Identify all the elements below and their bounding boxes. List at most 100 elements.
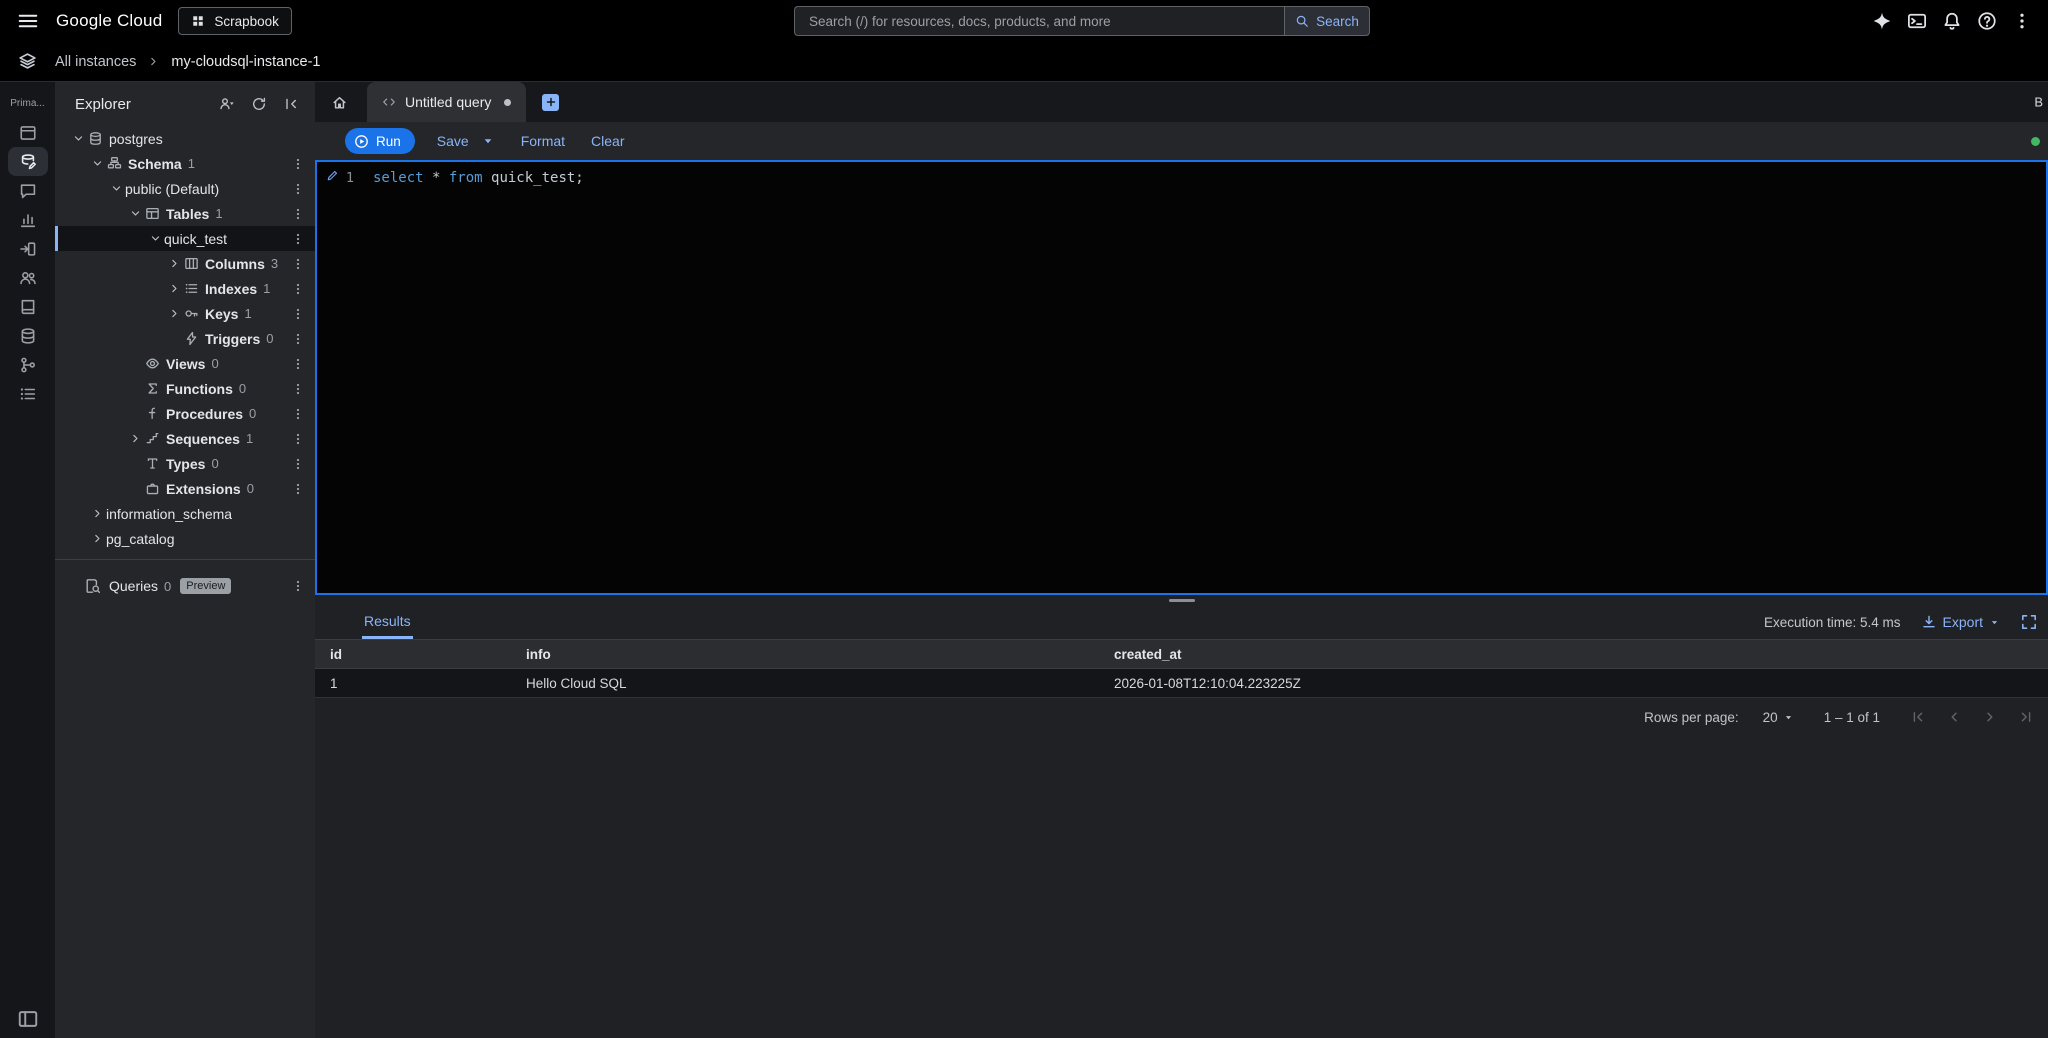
tree-item-label: Functions: [166, 381, 233, 397]
search-input[interactable]: [794, 6, 1284, 36]
tree-item-triggers[interactable]: Triggers0: [55, 326, 315, 351]
cloud-shell-icon[interactable]: [1907, 11, 1927, 31]
rows-per-page-label: Rows per page:: [1644, 710, 1739, 725]
tree-item-sequences[interactable]: Sequences1: [55, 426, 315, 451]
project-picker[interactable]: Scrapbook: [178, 7, 292, 35]
queries-icon: [85, 578, 101, 594]
tab-untitled-query[interactable]: Untitled query: [367, 82, 526, 122]
results-table-body: 1Hello Cloud SQL2026-01-08T12:10:04.2232…: [315, 669, 2048, 698]
format-button[interactable]: Format: [521, 133, 565, 149]
expand-arrow-icon[interactable]: [146, 230, 164, 248]
first-page-icon[interactable]: [1906, 705, 1930, 729]
edit-pen-icon: [326, 169, 339, 182]
next-page-icon[interactable]: [1978, 705, 2002, 729]
expand-arrow-icon[interactable]: [165, 255, 183, 273]
nav-replicas-icon[interactable]: [8, 350, 48, 379]
tree-item-tables[interactable]: Tables1: [55, 201, 315, 226]
notifications-icon[interactable]: [1942, 11, 1962, 31]
item-menu-icon[interactable]: [290, 156, 306, 172]
nav-chat-icon[interactable]: [8, 176, 48, 205]
project-name: Scrapbook: [214, 14, 279, 29]
gemini-icon[interactable]: [1872, 11, 1892, 31]
tab-results[interactable]: Results: [362, 605, 413, 639]
clear-button[interactable]: Clear: [591, 133, 624, 149]
run-label: Run: [376, 134, 401, 149]
save-button[interactable]: Save: [437, 133, 469, 149]
expand-arrow-icon[interactable]: [88, 530, 106, 548]
item-menu-icon[interactable]: [290, 181, 306, 197]
home-tab-icon[interactable]: [325, 88, 353, 116]
results-table-header: idinfocreated_at: [315, 639, 2048, 669]
side-panel-toggle-icon[interactable]: [17, 1008, 39, 1030]
expand-arrow-icon[interactable]: [88, 155, 106, 173]
nav-users-icon[interactable]: [8, 263, 48, 292]
nav-overview-icon[interactable]: [8, 118, 48, 147]
tree-item-types[interactable]: Types0: [55, 451, 315, 476]
item-menu-icon[interactable]: [290, 206, 306, 222]
run-button[interactable]: Run: [345, 128, 415, 154]
tree-item-procedures[interactable]: Procedures0: [55, 401, 315, 426]
nav-backups-icon[interactable]: [8, 321, 48, 350]
item-menu-icon[interactable]: [290, 256, 306, 272]
item-menu-icon[interactable]: [290, 406, 306, 422]
tree-item-indexes[interactable]: Indexes1: [55, 276, 315, 301]
item-menu-icon[interactable]: [290, 331, 306, 347]
play-icon: [354, 134, 369, 149]
item-menu-icon[interactable]: [290, 281, 306, 297]
queries-menu-icon[interactable]: [290, 578, 306, 594]
item-menu-icon[interactable]: [290, 431, 306, 447]
search-button[interactable]: Search: [1284, 6, 1370, 36]
nav-migration-icon[interactable]: [8, 234, 48, 263]
code-line[interactable]: select * from quick_test;: [363, 162, 584, 593]
prev-page-icon[interactable]: [1942, 705, 1966, 729]
item-count: 1: [246, 431, 253, 446]
expand-arrow-icon[interactable]: [126, 430, 144, 448]
nav-operations-icon[interactable]: [8, 379, 48, 408]
item-menu-icon[interactable]: [290, 306, 306, 322]
last-page-icon[interactable]: [2014, 705, 2038, 729]
expand-arrow-icon[interactable]: [126, 205, 144, 223]
tree-item-extensions[interactable]: Extensions0: [55, 476, 315, 501]
breadcrumb-all-instances[interactable]: All instances: [55, 54, 136, 70]
refresh-icon[interactable]: [247, 92, 271, 116]
tree-item-schema[interactable]: Schema1: [55, 151, 315, 176]
item-menu-icon[interactable]: [290, 456, 306, 472]
expand-arrow-icon[interactable]: [107, 180, 125, 198]
tree-item-pg-catalog[interactable]: pg_catalog: [55, 526, 315, 551]
expand-arrow-icon[interactable]: [69, 130, 87, 148]
fullscreen-icon[interactable]: [2020, 613, 2038, 631]
tree-item-views[interactable]: Views0: [55, 351, 315, 376]
tree-item-keys[interactable]: Keys1: [55, 301, 315, 326]
rows-per-page-select[interactable]: 20: [1763, 710, 1794, 725]
new-tab-button[interactable]: [542, 94, 559, 111]
tree-item-public-default[interactable]: public (Default): [55, 176, 315, 201]
nav-insights-icon[interactable]: [8, 205, 48, 234]
item-menu-icon[interactable]: [290, 481, 306, 497]
nav-databases-icon[interactable]: [8, 292, 48, 321]
tree-item-functions[interactable]: Functions0: [55, 376, 315, 401]
sql-editor[interactable]: 1 select * from quick_test;: [315, 160, 2048, 595]
export-button[interactable]: Export: [1921, 614, 2000, 630]
item-menu-icon[interactable]: [290, 356, 306, 372]
help-icon[interactable]: [1977, 11, 1997, 31]
save-options-caret-icon[interactable]: [481, 134, 495, 148]
expand-arrow-icon[interactable]: [88, 505, 106, 523]
tree-item-information-schema[interactable]: information_schema: [55, 501, 315, 526]
expand-arrow-icon[interactable]: [165, 280, 183, 298]
saved-queries-section[interactable]: Queries 0 Preview: [55, 572, 315, 600]
more-options-icon[interactable]: [2012, 11, 2032, 31]
menu-icon[interactable]: [16, 9, 40, 33]
switch-user-icon[interactable]: [215, 92, 239, 116]
tree-item-postgres[interactable]: postgres: [55, 126, 315, 151]
nav-studio-icon[interactable]: [8, 147, 48, 176]
google-cloud-logo[interactable]: Google Cloud: [56, 11, 162, 31]
table-row[interactable]: 1Hello Cloud SQL2026-01-08T12:10:04.2232…: [315, 669, 2048, 698]
tree-item-columns[interactable]: Columns3: [55, 251, 315, 276]
code-token: *: [424, 170, 449, 186]
expand-arrow-icon[interactable]: [165, 305, 183, 323]
tree-item-quick-test[interactable]: quick_test: [55, 226, 315, 251]
collapse-panel-icon[interactable]: [279, 92, 303, 116]
resize-grip[interactable]: [1169, 599, 1195, 602]
item-menu-icon[interactable]: [290, 231, 306, 247]
item-menu-icon[interactable]: [290, 381, 306, 397]
